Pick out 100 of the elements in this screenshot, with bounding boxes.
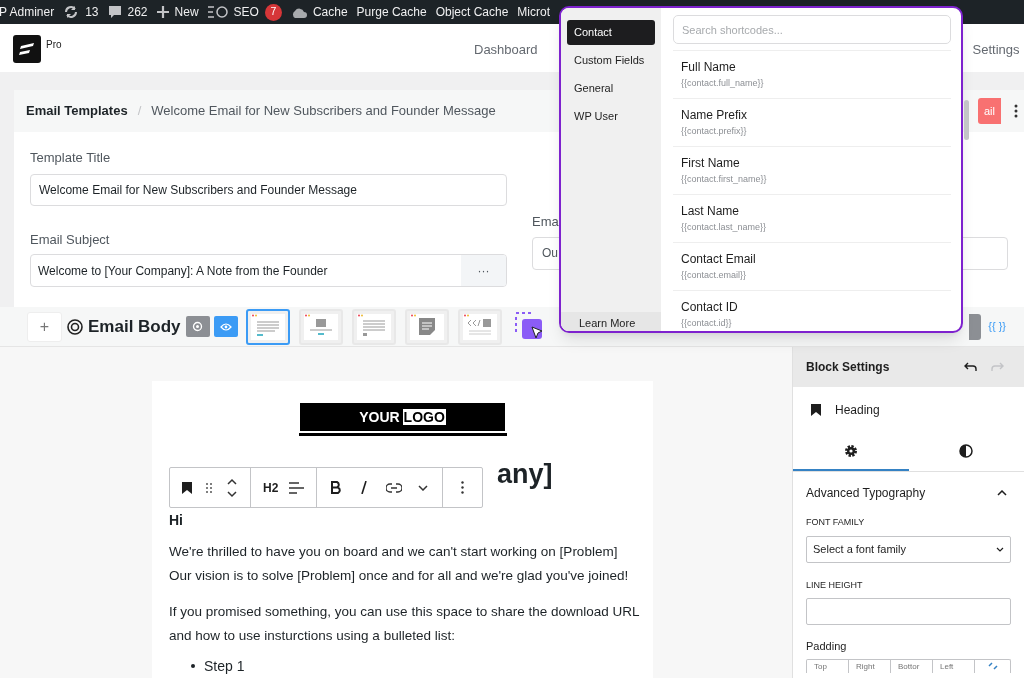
lifebuoy-icon	[67, 318, 83, 335]
shortcode-name: Contact Email	[681, 252, 757, 267]
title-input[interactable]: Welcome Email for New Subscribers and Founder Message	[30, 173, 507, 206]
category-item[interactable]: General	[567, 76, 655, 101]
panel-title: Block Settings	[806, 359, 891, 376]
heading-level-button[interactable]: H2	[263, 478, 279, 497]
chevron-up-icon	[997, 490, 1007, 496]
padding-input[interactable]: Right	[849, 659, 891, 673]
template-preview-icon	[250, 313, 285, 340]
section-toggle[interactable]: Advanced Typography	[806, 472, 1011, 514]
field-label: Padding	[806, 639, 848, 654]
shortcode-item[interactable]: Contact ID {{contact.id}}	[673, 291, 951, 331]
refresh-icon[interactable]	[63, 4, 80, 20]
subject-field[interactable]: Welcome to [Your Company]: A Note from the Founder ···	[30, 254, 507, 287]
contrast-icon	[959, 443, 974, 458]
field-label: FONT FAMILY	[806, 516, 866, 529]
more-menu-icon[interactable]	[1014, 104, 1018, 118]
notification-badge: 7	[264, 3, 282, 21]
learn-more-link[interactable]: Learn More	[561, 312, 661, 331]
bookmark-icon	[811, 403, 821, 416]
link-icon	[986, 662, 999, 670]
shortcode-item[interactable]: Contact Email {{contact.email}}	[673, 243, 951, 291]
shortcode-name: Full Name	[681, 60, 737, 75]
shortcode-item[interactable]: Last Name {{contact.last_name}}	[673, 195, 951, 243]
line-height-input[interactable]	[806, 598, 1011, 625]
admin-bar-item[interactable]: SEO	[233, 3, 259, 21]
bookmark-icon[interactable]	[182, 481, 192, 494]
padding-input[interactable]: Left	[933, 659, 975, 673]
admin-bar-item[interactable]: Microt	[517, 3, 550, 21]
link-icon[interactable]	[386, 482, 403, 493]
list-item: Step 1	[204, 658, 245, 674]
admin-bar-item[interactable]: Object Cache	[435, 3, 509, 21]
settings-button[interactable]	[185, 316, 210, 337]
shortcode-code: {{contact.full_name}}	[681, 77, 765, 90]
admin-bar-item[interactable]: P Adminer	[0, 3, 55, 21]
more-button[interactable]: ···	[461, 255, 506, 286]
shortcode-code: {{contact.first_name}}	[681, 173, 768, 186]
admin-bar-item[interactable]: 13	[85, 3, 99, 21]
cloud-icon[interactable]	[290, 6, 307, 18]
app-logo-icon	[13, 35, 41, 63]
shortcode-name: First Name	[681, 156, 741, 171]
shortcode-code: {{contact.email}}	[681, 269, 748, 282]
template-preview-icon	[303, 313, 338, 340]
comment-icon[interactable]	[107, 5, 122, 19]
template-preview-icon	[462, 313, 497, 340]
shortcode-code: {{contact.id}}	[681, 317, 733, 330]
category-item[interactable]: Custom Fields	[567, 48, 655, 73]
template-thumbnail[interactable]	[245, 308, 290, 345]
breadcrumb-link[interactable]: Email Templates	[26, 101, 128, 121]
shortcode-name: Last Name	[681, 204, 741, 219]
padding-input[interactable]: Bottor	[891, 659, 933, 673]
email-heading: any]	[497, 458, 553, 491]
breadcrumb-separator: /	[137, 102, 142, 121]
italic-icon[interactable]	[361, 481, 368, 494]
section-title: Email Body	[88, 315, 181, 338]
align-icon[interactable]	[289, 481, 305, 494]
category-item[interactable]: Contact	[567, 20, 655, 45]
eye-icon	[219, 322, 232, 331]
admin-bar-item[interactable]: New	[174, 3, 199, 21]
greeting-text: Hi	[169, 512, 184, 528]
move-arrows-icon[interactable]	[226, 477, 238, 498]
logo-image: YOUR LOGO	[298, 403, 507, 436]
shortcode-item[interactable]: Name Prefix {{contact.prefix}}	[673, 99, 951, 147]
font-family-select[interactable]: Select a font family	[806, 535, 1011, 563]
settings-icon	[843, 443, 858, 458]
pro-label: Pro	[46, 38, 62, 52]
drag-handle-icon[interactable]	[205, 481, 213, 494]
block-name: Heading	[835, 401, 880, 419]
toolbar-button[interactable]	[969, 313, 982, 340]
padding-input[interactable]: Top	[807, 659, 849, 673]
bullet-mark	[191, 664, 195, 668]
more-options-icon[interactable]	[461, 481, 465, 494]
admin-bar-item[interactable]: Cache	[312, 3, 348, 21]
admin-bar-item[interactable]: 262	[127, 3, 148, 21]
category-item[interactable]: WP User	[567, 104, 655, 129]
nav-link[interactable]: Settings	[972, 40, 1020, 60]
body-paragraph: If you promised something, you can use this space to share the download URL and how to use insturctions using a bulleted list:	[169, 603, 640, 645]
add-block-button[interactable]: +	[27, 311, 62, 342]
chevron-down-icon	[996, 546, 1004, 552]
field-label: LINE HEIGHT	[806, 578, 864, 592]
shortcode-item[interactable]: Full Name {{contact.full_name}}	[673, 51, 951, 99]
admin-bar-item[interactable]: Purge Cache	[356, 3, 427, 21]
chevron-down-icon[interactable]	[418, 484, 429, 491]
undo-icon[interactable]	[963, 362, 977, 372]
field-label: Ema	[532, 213, 559, 231]
settings-icon	[192, 321, 204, 332]
scrollbar-thumb[interactable]	[964, 100, 969, 140]
field-label: Template Title	[30, 149, 112, 167]
shortcode-item[interactable]: First Name {{contact.first_name}}	[673, 147, 951, 195]
template-preview-icon	[409, 313, 444, 340]
shortcode-code: {{contact.last_name}}	[681, 221, 768, 234]
plus-icon[interactable]	[156, 6, 169, 18]
breadcrumb-current: Welcome Email for New Subscribers and Founder Message	[151, 102, 496, 121]
seo-icon[interactable]	[207, 6, 228, 18]
shortcode-name: Name Prefix	[681, 108, 749, 123]
preview-button[interactable]	[213, 316, 238, 337]
body-paragraph: We're thrilled to have you on board and we can't start working on [Problem] Our vision is to solve [Problem] once and for all and we're glad you've joined!	[169, 543, 630, 585]
nav-link[interactable]: Dashboard	[474, 40, 538, 60]
bold-icon[interactable]	[331, 481, 343, 494]
search-field[interactable]: Search shortcodes...	[673, 15, 951, 44]
